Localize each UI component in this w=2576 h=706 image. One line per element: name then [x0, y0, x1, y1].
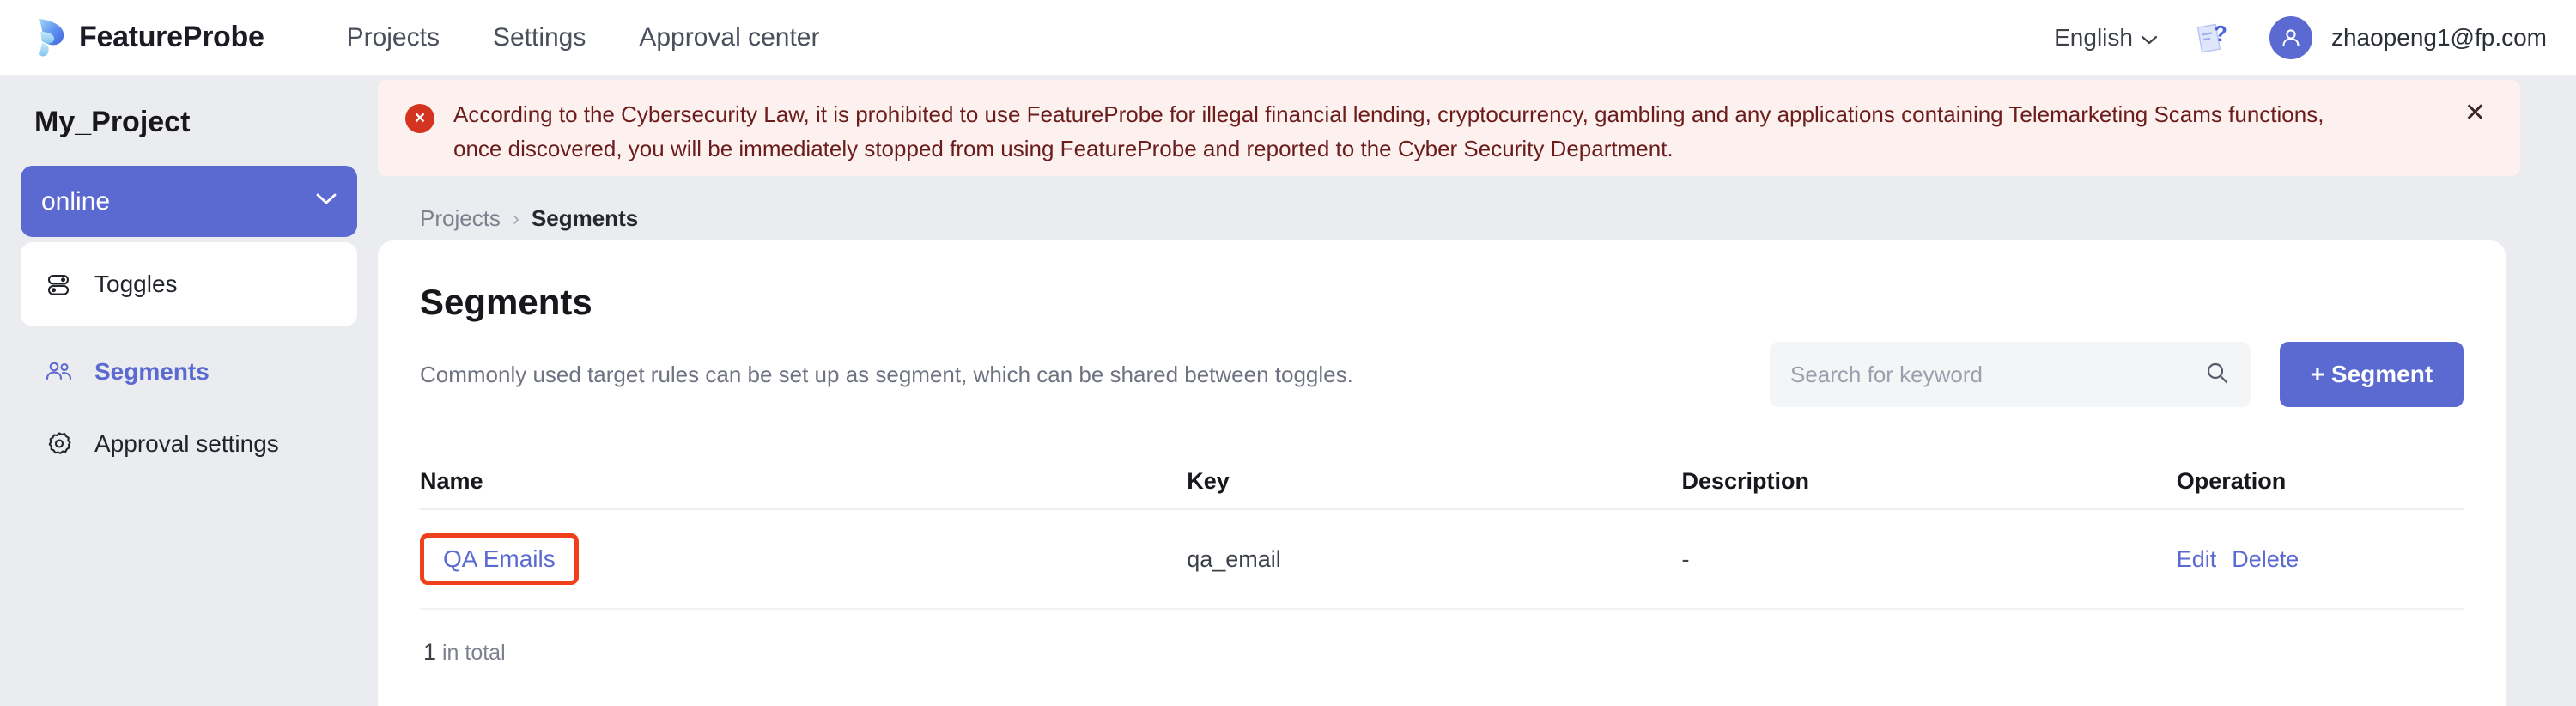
column-header-description: Description: [1681, 467, 1810, 494]
chevron-down-icon: [315, 192, 337, 210]
sidebar-item-label: Toggles: [94, 271, 178, 297]
nav-item-projects[interactable]: Projects: [347, 23, 440, 52]
cell-description: -: [1681, 545, 1690, 572]
table-row: QA Emails qa_email - Edit Delete: [420, 510, 2464, 610]
chevron-down-icon: [2141, 24, 2158, 52]
user-email[interactable]: zhaopeng1@fp.com: [2331, 24, 2547, 52]
language-label: English: [2054, 23, 2133, 51]
environment-selector[interactable]: online: [21, 166, 357, 237]
nav-item-approval-center[interactable]: Approval center: [639, 23, 819, 52]
project-title: My_Project: [34, 106, 191, 138]
page-title: Segments: [420, 282, 592, 322]
feather-logo-icon: [33, 16, 69, 59]
environment-label: online: [41, 186, 111, 216]
segment-name-link[interactable]: QA Emails: [443, 545, 556, 572]
error-circle-x-icon: ×: [405, 104, 434, 133]
breadcrumb-current: Segments: [531, 205, 639, 231]
help-document-icon[interactable]: ?: [2192, 18, 2232, 58]
cybersecurity-warning-banner: × According to the Cybersecurity Law, it…: [378, 80, 2520, 176]
column-header-key: Key: [1187, 467, 1230, 494]
sidebar: My_Project online Toggles Segments Appro…: [0, 75, 378, 706]
breadcrumb: Projects › Segments: [420, 205, 638, 232]
search-input[interactable]: [1790, 361, 2204, 388]
add-segment-button[interactable]: + Segment: [2280, 342, 2464, 407]
sidebar-nav-card: Toggles: [21, 242, 357, 326]
language-selector[interactable]: English: [2054, 24, 2158, 52]
brand[interactable]: FeatureProbe: [33, 16, 264, 59]
total-count: 1 in total: [423, 639, 2506, 666]
top-header: FeatureProbe Projects Settings Approval …: [0, 0, 2576, 75]
search-box[interactable]: [1770, 342, 2251, 407]
header-right: English ? zhaopeng1@fp.com: [2054, 15, 2547, 59]
sidebar-item-approval-settings[interactable]: Approval settings: [0, 417, 378, 471]
total-count-number: 1: [423, 639, 437, 665]
highlight-box: QA Emails: [420, 533, 579, 585]
avatar[interactable]: [2269, 15, 2312, 59]
cell-key: qa_email: [1187, 545, 1281, 572]
panel-toolbar: Commonly used target rules can be set up…: [420, 342, 2506, 407]
svg-text:?: ?: [2214, 21, 2227, 46]
search-icon[interactable]: [2204, 360, 2230, 390]
segments-table: Name Key Description Operation QA Emails…: [420, 453, 2464, 610]
segments-people-icon: [43, 356, 76, 388]
table-header-row: Name Key Description Operation: [420, 453, 2464, 510]
cell-operation: Edit Delete: [2177, 546, 2464, 573]
gear-icon: [43, 428, 76, 460]
brand-name: FeatureProbe: [79, 21, 264, 53]
breadcrumb-projects[interactable]: Projects: [420, 205, 501, 232]
user-avatar-icon: [2282, 28, 2300, 46]
edit-link[interactable]: Edit: [2177, 546, 2217, 573]
close-icon[interactable]: ✕: [2464, 100, 2486, 126]
column-header-name: Name: [420, 467, 483, 494]
chevron-right-icon: ›: [512, 206, 519, 230]
segments-panel: Segments Commonly used target rules can …: [378, 240, 2506, 706]
toggles-icon: [43, 268, 76, 301]
main-nav: Projects Settings Approval center: [347, 23, 820, 52]
cell-name: QA Emails: [420, 533, 1187, 585]
sidebar-item-label: Approval settings: [94, 430, 279, 457]
column-header-operation: Operation: [2176, 467, 2287, 494]
banner-message: According to the Cybersecurity Law, it i…: [453, 101, 2324, 161]
sidebar-item-toggles[interactable]: Toggles: [21, 258, 357, 311]
nav-item-settings[interactable]: Settings: [493, 23, 586, 52]
sidebar-item-segments[interactable]: Segments: [0, 345, 378, 399]
total-count-suffix: in total: [441, 641, 506, 665]
page-subtitle: Commonly used target rules can be set up…: [420, 361, 1353, 387]
sidebar-item-label: Segments: [94, 358, 210, 385]
delete-link[interactable]: Delete: [2232, 546, 2299, 573]
